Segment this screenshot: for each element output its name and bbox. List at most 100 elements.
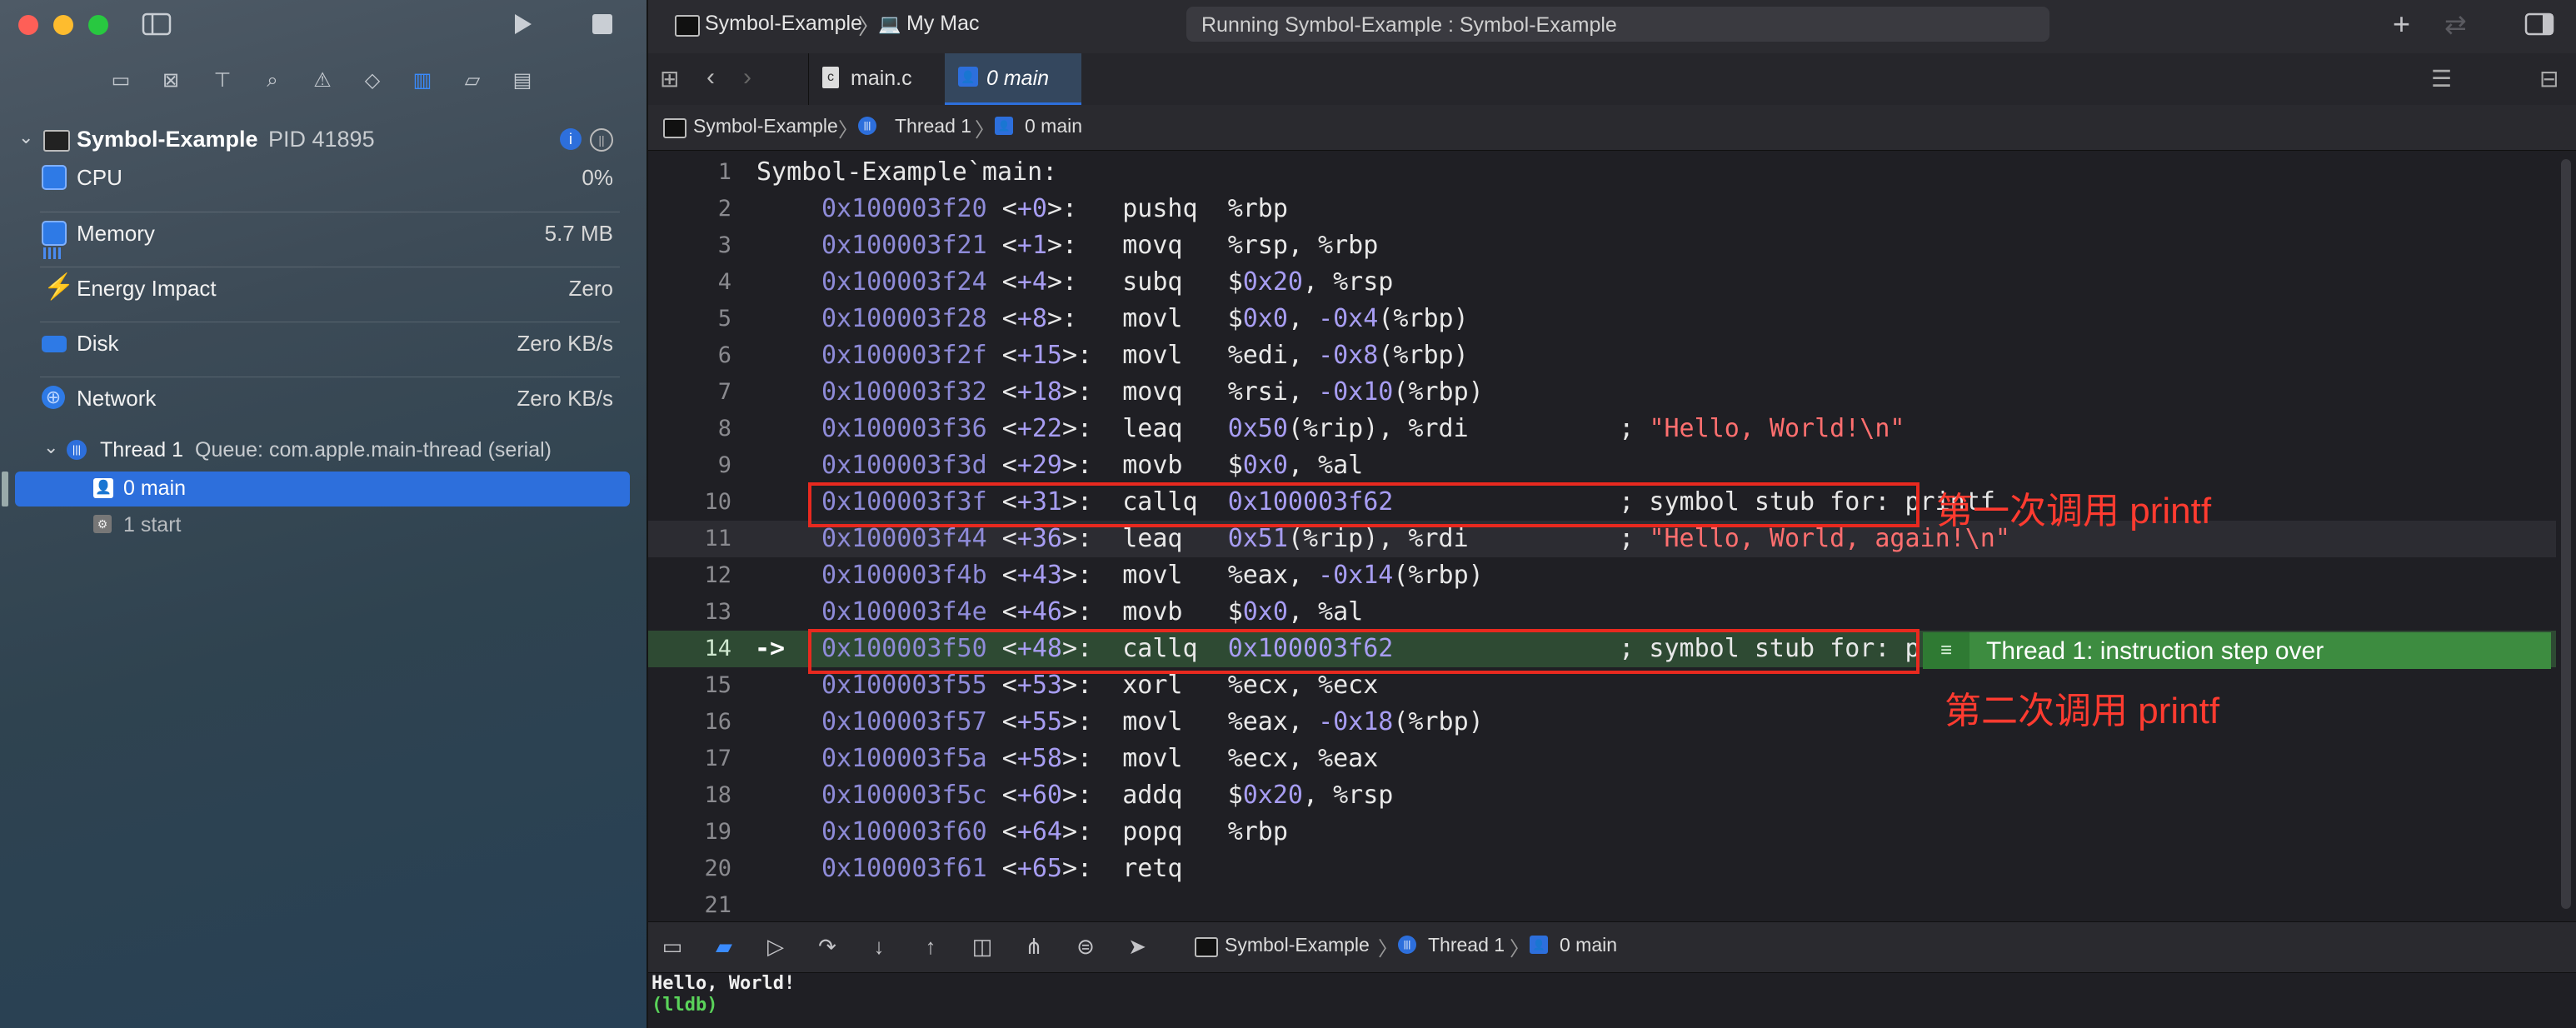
instruction-offset: +64	[1016, 817, 1062, 846]
stop-button[interactable]	[592, 13, 613, 40]
line-number[interactable]: 14	[648, 631, 731, 667]
code-line[interactable]: 9 0x100003f3d <+29>: movb $0x0, %al	[648, 447, 2556, 484]
add-editor-icon[interactable]: ⊟	[2539, 65, 2559, 92]
breakpoint-navigator-icon[interactable]: ▱	[460, 68, 485, 93]
opcode: movl	[1122, 707, 1183, 736]
info-icon[interactable]: i	[560, 128, 582, 150]
debugbar-item-thread[interactable]: Thread 1	[1428, 934, 1505, 956]
code-line[interactable]: 19 0x100003f60 <+64>: popq %rbp	[648, 814, 2556, 851]
line-number[interactable]: 13	[648, 594, 731, 631]
tab-0-main[interactable]: 👤 0 main	[945, 53, 1081, 105]
add-icon[interactable]: +	[2393, 7, 2410, 42]
hide-debug-area-icon[interactable]: ▭	[660, 934, 685, 959]
vertical-scrollbar[interactable]	[2561, 159, 2571, 909]
disclosure-chevron-icon[interactable]: ⌄	[18, 127, 33, 148]
code-line[interactable]: 4 0x100003f24 <+4>: subq $0x20, %rsp	[648, 264, 2556, 301]
code-line[interactable]: 16 0x100003f57 <+55>: movl %eax, -0x18(%r…	[648, 704, 2556, 741]
line-number[interactable]: 5	[648, 301, 731, 337]
toggle-navigator-icon[interactable]	[142, 12, 172, 42]
line-number[interactable]: 1	[648, 154, 731, 191]
step-over-icon[interactable]: ↷	[815, 934, 840, 959]
debugbar-item-frame[interactable]: 0 main	[1560, 934, 1617, 956]
gauge-network[interactable]: ⊕ Network Zero KB/s	[0, 377, 646, 432]
gauge-disk[interactable]: Disk Zero KB/s	[0, 322, 646, 377]
folder-icon[interactable]: ▭	[108, 68, 133, 93]
stack-frame-1-start[interactable]: ⚙ 1 start	[15, 508, 630, 543]
thread-row[interactable]: ⌄ ||| Thread 1 Queue: com.apple.main-thr…	[0, 435, 646, 468]
continue-icon[interactable]: ▷	[763, 934, 788, 959]
breakpoints-toggle-icon[interactable]: ▰	[711, 934, 736, 959]
line-number[interactable]: 12	[648, 557, 731, 594]
line-number[interactable]: 19	[648, 814, 731, 851]
disclosure-chevron-icon[interactable]: ⌄	[43, 437, 58, 458]
warning-icon[interactable]: ⚠	[310, 68, 335, 93]
step-out-icon[interactable]: ↑	[918, 934, 943, 959]
source-control-icon[interactable]: ⊠	[158, 68, 183, 93]
zoom-window-button[interactable]	[88, 15, 108, 35]
line-number[interactable]: 10	[648, 484, 731, 521]
forward-arrow-icon[interactable]: ›	[743, 63, 751, 92]
code-line[interactable]: 7 0x100003f32 <+18>: movq %rsi, -0x10(%rb…	[648, 374, 2556, 411]
debug-navigator-icon[interactable]: ▥	[410, 68, 435, 93]
line-number[interactable]: 7	[648, 374, 731, 411]
code-line[interactable]: 8 0x100003f36 <+22>: leaq 0x50(%rip), %rd…	[648, 411, 2556, 447]
code-line[interactable]: 17 0x100003f5a <+58>: movl %ecx, %eax	[648, 741, 2556, 777]
line-number[interactable]: 20	[648, 851, 731, 887]
code-line[interactable]: 5 0x100003f28 <+8>: movl $0x0, -0x4(%rbp)	[648, 301, 2556, 337]
test-navigator-icon[interactable]: ◇	[360, 68, 385, 93]
code-line[interactable]: 2 0x100003f20 <+0>: pushq %rbp	[648, 191, 2556, 227]
report-navigator-icon[interactable]: ▤	[510, 68, 535, 93]
back-arrow-icon[interactable]: ‹	[706, 63, 715, 92]
editor-options-icon[interactable]: ☰	[2431, 65, 2452, 92]
line-number[interactable]: 6	[648, 337, 731, 374]
close-window-button[interactable]	[18, 15, 38, 35]
swap-icon[interactable]: ⇄	[2444, 8, 2467, 40]
line-number[interactable]: 9	[648, 447, 731, 484]
jumpbar-item-thread[interactable]: Thread 1	[895, 115, 971, 137]
view-hierarchy-icon[interactable]: ◫	[970, 934, 995, 959]
gauge-energy[interactable]: ⚡ Energy Impact Zero	[0, 267, 646, 322]
line-number[interactable]: 21	[648, 887, 731, 921]
search-icon[interactable]: ⌕	[260, 68, 285, 93]
line-number[interactable]: 18	[648, 777, 731, 814]
thread-pause-icon[interactable]: ||	[590, 128, 613, 152]
toggle-inspector-icon[interactable]	[2524, 12, 2554, 41]
code-line[interactable]: 13 0x100003f4e <+46>: movb $0x0, %al	[648, 594, 2556, 631]
run-button[interactable]	[510, 12, 535, 42]
code-line[interactable]: 12 0x100003f4b <+43>: movl %eax, -0x14(%r…	[648, 557, 2556, 594]
scheme-selector[interactable]: Symbol-Example	[705, 12, 862, 36]
memory-graph-icon[interactable]: ⋔	[1021, 934, 1046, 959]
debugbar-item-project[interactable]: Symbol-Example	[1225, 934, 1370, 956]
gauge-memory[interactable]: Memory 5.7 MB	[0, 212, 646, 267]
stack-frame-0-main[interactable]: 👤 0 main	[15, 472, 630, 507]
line-number[interactable]: 3	[648, 227, 731, 264]
line-number[interactable]: 16	[648, 704, 731, 741]
environment-overrides-icon[interactable]: ⊜	[1073, 934, 1098, 959]
line-number[interactable]: 4	[648, 264, 731, 301]
symbol-navigator-icon[interactable]: ⊤	[210, 68, 235, 93]
line-number[interactable]: 17	[648, 741, 731, 777]
line-number[interactable]: 8	[648, 411, 731, 447]
code-line[interactable]: 20 0x100003f61 <+65>: retq	[648, 851, 2556, 887]
process-row[interactable]: ⌄ Symbol-Example PID 41895 i ||	[0, 123, 646, 157]
gauge-cpu[interactable]: CPU 0%	[0, 157, 646, 212]
code-line[interactable]: 18 0x100003f5c <+60>: addq $0x20, %rsp	[648, 777, 2556, 814]
code-line[interactable]: 6 0x100003f2f <+15>: movl %edi, -0x8(%rbp…	[648, 337, 2556, 374]
line-number[interactable]: 15	[648, 667, 731, 704]
jumpbar-item-project[interactable]: Symbol-Example	[693, 115, 838, 137]
jumpbar-item-frame[interactable]: 0 main	[1025, 115, 1082, 137]
line-number[interactable]: 11	[648, 521, 731, 557]
grid-view-icon[interactable]: ⊞	[660, 65, 679, 92]
simulate-location-icon[interactable]: ➤	[1125, 934, 1150, 959]
step-into-icon[interactable]: ↓	[866, 934, 891, 959]
code-line[interactable]: 1 Symbol-Example`main:	[648, 154, 2556, 191]
destination-selector[interactable]: My Mac	[906, 12, 980, 36]
debug-console[interactable]: Hello, World! (lldb)	[648, 973, 2576, 1028]
code-line[interactable]: 21	[648, 887, 2556, 921]
disassembly-editor[interactable]: 1 Symbol-Example`main: 2 0x100003f20 <+0>: …	[648, 151, 2576, 921]
line-number[interactable]: 2	[648, 191, 731, 227]
sidebar-resize-handle[interactable]	[2, 472, 8, 507]
code-line[interactable]: 3 0x100003f21 <+1>: movq %rsp, %rbp	[648, 227, 2556, 264]
lldb-prompt[interactable]: (lldb)	[651, 995, 717, 1016]
minimize-window-button[interactable]	[53, 15, 73, 35]
